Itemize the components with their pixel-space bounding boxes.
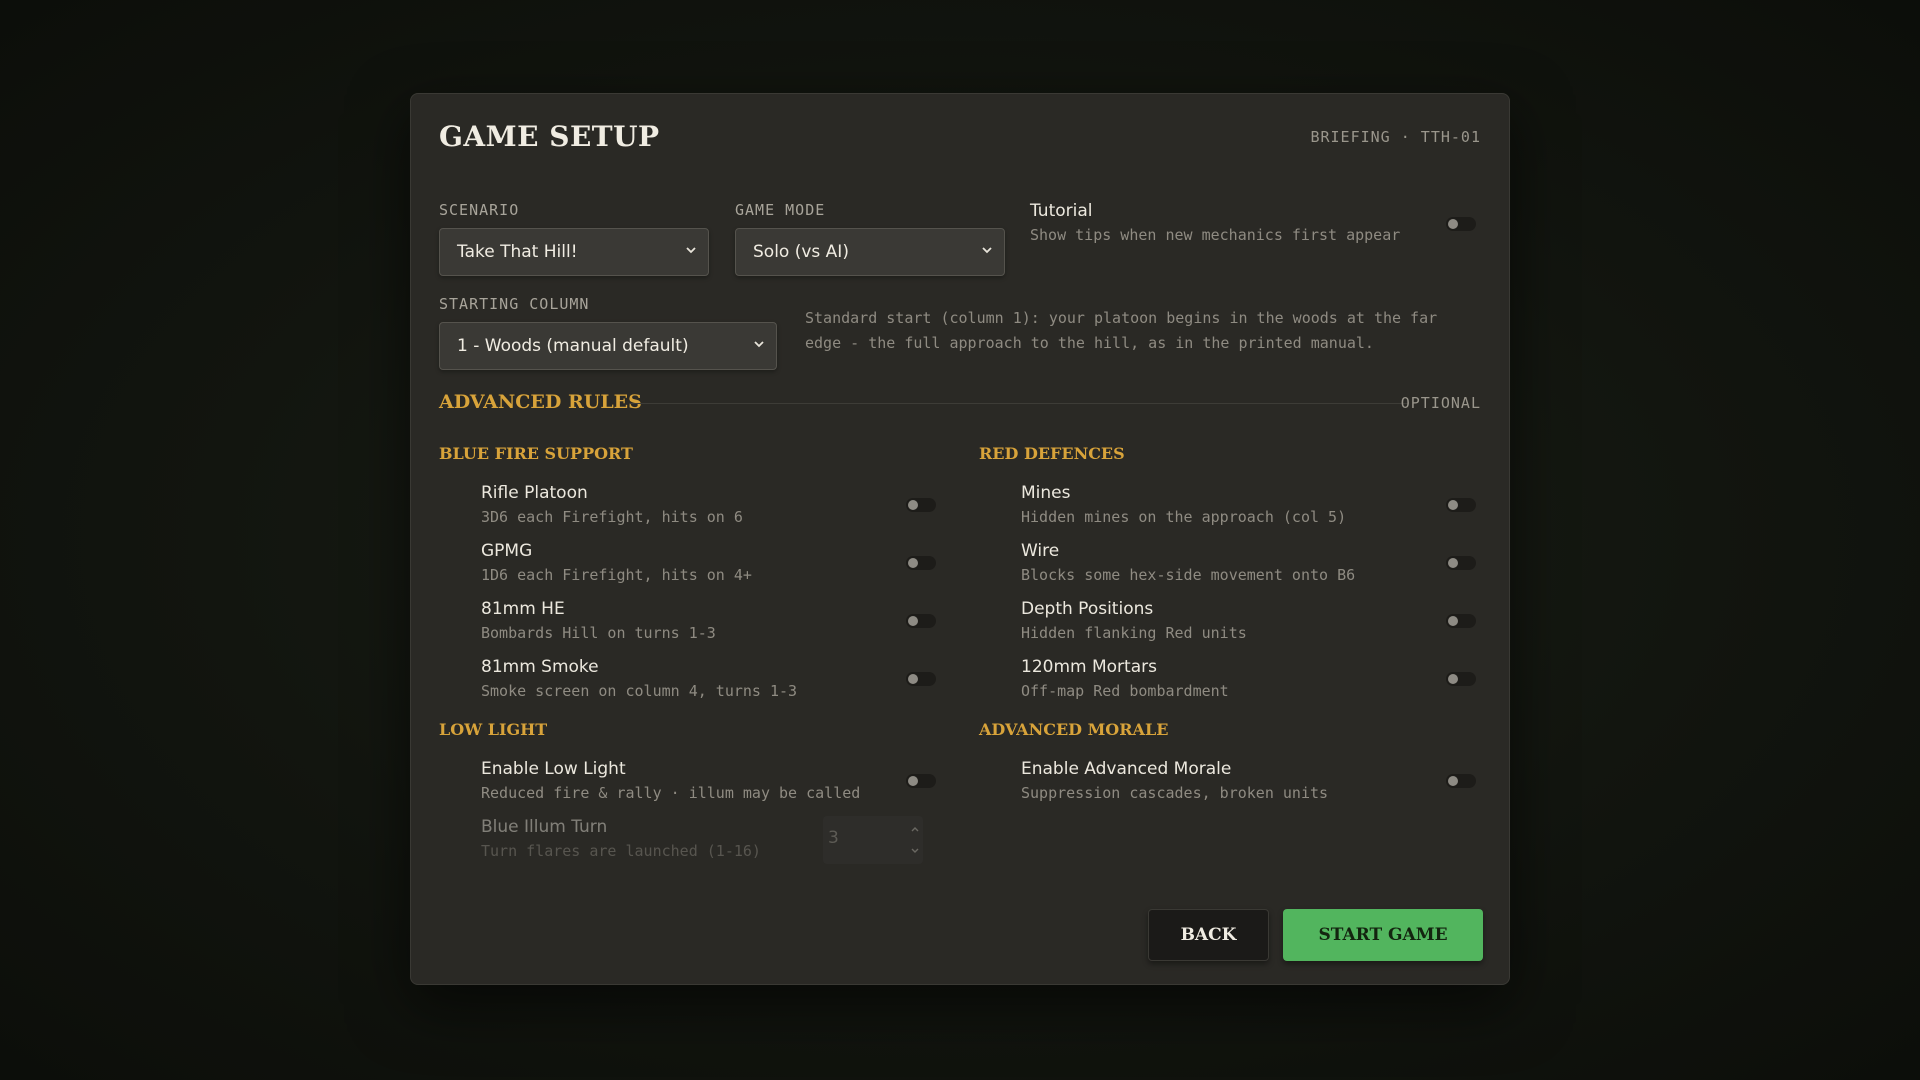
- chevron-down-icon: [686, 247, 696, 254]
- option-desc: Hidden mines on the approach (col 5): [1021, 508, 1347, 526]
- enable-advanced-morale-option: Enable Advanced Morale Suppression casca…: [1021, 759, 1328, 802]
- 81mm-he-toggle[interactable]: [906, 614, 936, 628]
- toggle-knob: [1448, 219, 1458, 229]
- option-title: Wire: [1021, 541, 1060, 561]
- toggle-knob: [1448, 674, 1458, 684]
- option-desc: Suppression cascades, broken units: [1021, 784, 1329, 802]
- toggle-knob: [908, 500, 918, 510]
- option-title: Depth Positions: [1021, 599, 1154, 619]
- option-title: Enable Advanced Morale: [1021, 759, 1232, 779]
- toggle-knob: [1448, 616, 1458, 626]
- tutorial-title: Tutorial: [1030, 201, 1093, 221]
- toggle-knob: [908, 776, 918, 786]
- game-mode-value: Solo (vs AI): [753, 242, 849, 262]
- wire-option: Wire Blocks some hex-side movement onto …: [1021, 541, 1355, 584]
- option-title: Rifle Platoon: [481, 483, 588, 503]
- mines-toggle[interactable]: [1446, 498, 1476, 512]
- toggle-knob: [908, 558, 918, 568]
- game-mode-select[interactable]: Solo (vs AI): [735, 228, 1005, 276]
- option-title: Enable Low Light: [481, 759, 626, 779]
- back-button[interactable]: BACK: [1148, 909, 1269, 961]
- scenario-value: Take That Hill!: [457, 242, 578, 262]
- toggle-knob: [1448, 776, 1458, 786]
- game-mode-label: GAME MODE: [735, 201, 826, 219]
- 81mm-smoke-toggle[interactable]: [906, 672, 936, 686]
- chevron-down-icon: [982, 247, 992, 254]
- option-desc: Blocks some hex-side movement onto B6: [1021, 566, 1356, 584]
- option-desc: Turn flares are launched (1-16): [481, 842, 761, 860]
- page-title: GAME SETUP: [439, 120, 660, 153]
- scenario-label: SCENARIO: [439, 201, 520, 219]
- red-defences-title: RED DEFENCES: [979, 444, 1125, 463]
- tutorial-toggle[interactable]: [1446, 217, 1476, 231]
- enable-low-light-option: Enable Low Light Reduced fire & rally · …: [481, 759, 860, 802]
- divider: [629, 403, 1409, 404]
- start-game-button[interactable]: START GAME: [1283, 909, 1483, 961]
- option-title: 120mm Mortars: [1021, 657, 1157, 677]
- blue-illum-turn-option: Blue Illum Turn Turn flares are launched…: [481, 817, 761, 860]
- rifle-platoon-toggle[interactable]: [906, 498, 936, 512]
- briefing-code: BRIEFING · TTH-01: [1310, 128, 1481, 146]
- stepper-arrows-icon[interactable]: [909, 822, 921, 858]
- 120mm-mortars-option: 120mm Mortars Off-map Red bombardment: [1021, 657, 1229, 700]
- 81mm-smoke-option: 81mm Smoke Smoke screen on column 4, tur…: [481, 657, 797, 700]
- blue-fire-support-title: BLUE FIRE SUPPORT: [439, 444, 633, 463]
- gpmg-toggle[interactable]: [906, 556, 936, 570]
- advanced-morale-title: ADVANCED MORALE: [979, 720, 1169, 739]
- blue-illum-turn-stepper[interactable]: 3: [823, 816, 923, 864]
- enable-advanced-morale-toggle[interactable]: [1446, 774, 1476, 788]
- enable-low-light-toggle[interactable]: [906, 774, 936, 788]
- wire-toggle[interactable]: [1446, 556, 1476, 570]
- chevron-down-icon: [754, 341, 764, 348]
- 120mm-mortars-toggle[interactable]: [1446, 672, 1476, 686]
- option-desc: Off-map Red bombardment: [1021, 682, 1229, 700]
- option-desc: 1D6 each Firefight, hits on 4+: [481, 566, 752, 584]
- option-desc: 3D6 each Firefight, hits on 6: [481, 508, 743, 526]
- starting-column-value: 1 - Woods (manual default): [457, 336, 689, 356]
- option-desc: Smoke screen on column 4, turns 1-3: [481, 682, 798, 700]
- advanced-rules-title: ADVANCED RULES: [439, 391, 642, 413]
- option-title: 81mm HE: [481, 599, 565, 619]
- optional-label: OPTIONAL: [1400, 394, 1481, 412]
- starting-column-label: STARTING COLUMN: [439, 295, 590, 313]
- game-setup-dialog: GAME SETUP BRIEFING · TTH-01 SCENARIO Ta…: [410, 93, 1510, 985]
- option-title: Blue Illum Turn: [481, 817, 608, 837]
- option-title: Mines: [1021, 483, 1071, 503]
- 81mm-he-option: 81mm HE Bombards Hill on turns 1-3: [481, 599, 716, 642]
- option-desc: Hidden flanking Red units: [1021, 624, 1247, 642]
- option-desc: Reduced fire & rally · illum may be call…: [481, 784, 861, 802]
- toggle-knob: [908, 674, 918, 684]
- option-title: 81mm Smoke: [481, 657, 599, 677]
- depth-positions-option: Depth Positions Hidden flanking Red unit…: [1021, 599, 1247, 642]
- toggle-knob: [1448, 500, 1458, 510]
- gpmg-option: GPMG 1D6 each Firefight, hits on 4+: [481, 541, 752, 584]
- depth-positions-toggle[interactable]: [1446, 614, 1476, 628]
- stepper-value: 3: [828, 828, 839, 848]
- starting-column-select[interactable]: 1 - Woods (manual default): [439, 322, 777, 370]
- option-title: GPMG: [481, 541, 533, 561]
- tutorial-option: Tutorial Show tips when new mechanics fi…: [1030, 201, 1400, 244]
- low-light-title: LOW LIGHT: [439, 720, 548, 739]
- rifle-platoon-option: Rifle Platoon 3D6 each Firefight, hits o…: [481, 483, 743, 526]
- scenario-select[interactable]: Take That Hill!: [439, 228, 709, 276]
- option-desc: Bombards Hill on turns 1-3: [481, 624, 716, 642]
- toggle-knob: [908, 616, 918, 626]
- starting-column-note: Standard start (column 1): your platoon …: [805, 309, 1438, 352]
- mines-option: Mines Hidden mines on the approach (col …: [1021, 483, 1346, 526]
- tutorial-desc: Show tips when new mechanics first appea…: [1030, 226, 1401, 244]
- toggle-knob: [1448, 558, 1458, 568]
